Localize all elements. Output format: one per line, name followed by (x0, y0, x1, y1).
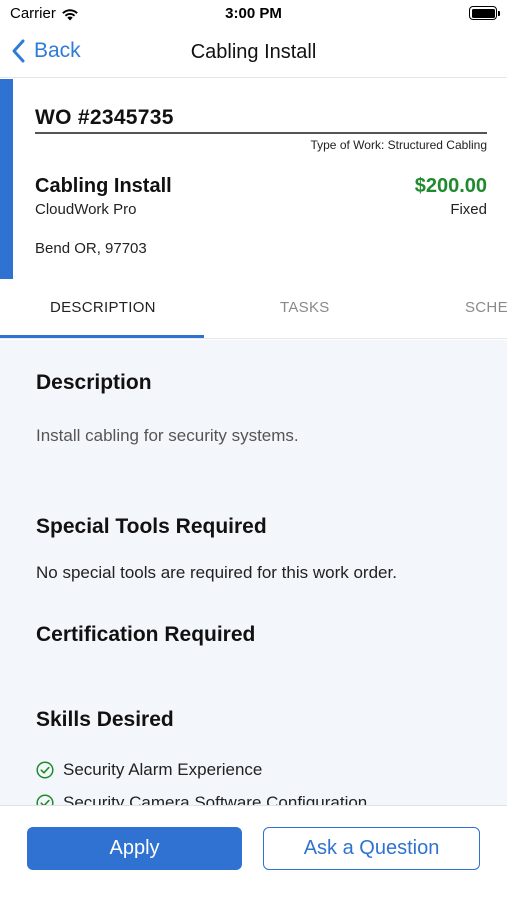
job-title: Cabling Install (35, 175, 172, 197)
skill-label: Security Alarm Experience (63, 760, 263, 779)
accent-bar (0, 79, 13, 279)
tab-description[interactable]: DESCRIPTION (50, 299, 156, 316)
action-bar: Apply Ask a Question (0, 805, 507, 900)
status-bar: Carrier 3:00 PM (0, 0, 507, 28)
price: $200.00 (414, 175, 487, 197)
certification-heading: Certification Required (36, 623, 256, 646)
check-circle-icon (36, 794, 54, 805)
work-order-number: WO #2345735 (35, 106, 174, 129)
tab-tasks[interactable]: TASKS (280, 299, 330, 316)
description-text: Install cabling for security systems. (36, 426, 299, 445)
price-type: Fixed (450, 201, 487, 218)
navigation-bar: Back Cabling Install (0, 28, 507, 78)
divider (35, 132, 487, 134)
type-of-work: Type of Work: Structured Cabling (310, 138, 487, 152)
active-tab-indicator (0, 335, 204, 338)
tools-heading: Special Tools Required (36, 515, 267, 538)
location: Bend OR, 97703 (35, 240, 147, 257)
status-time: 3:00 PM (225, 5, 282, 22)
work-order-header: WO #2345735 Type of Work: Structured Cab… (0, 79, 507, 279)
ask-question-button[interactable]: Ask a Question (263, 827, 480, 870)
tab-bar: DESCRIPTION TASKS SCHEDULE (0, 279, 507, 339)
skills-heading: Skills Desired (36, 708, 174, 731)
apply-button[interactable]: Apply (27, 827, 242, 870)
company-name: CloudWork Pro (35, 201, 137, 218)
skill-item: Security Camera Software Configuration (36, 793, 367, 805)
battery-icon (469, 6, 500, 20)
description-content[interactable]: Description Install cabling for security… (0, 340, 507, 805)
tab-schedule[interactable]: SCHEDULE (465, 299, 507, 316)
check-circle-icon (36, 761, 54, 779)
tools-text: No special tools are required for this w… (36, 563, 397, 582)
skill-item: Security Alarm Experience (36, 760, 262, 780)
skill-label: Security Camera Software Configuration (63, 793, 368, 805)
page-title: Cabling Install (190, 41, 317, 63)
description-heading: Description (36, 371, 152, 394)
